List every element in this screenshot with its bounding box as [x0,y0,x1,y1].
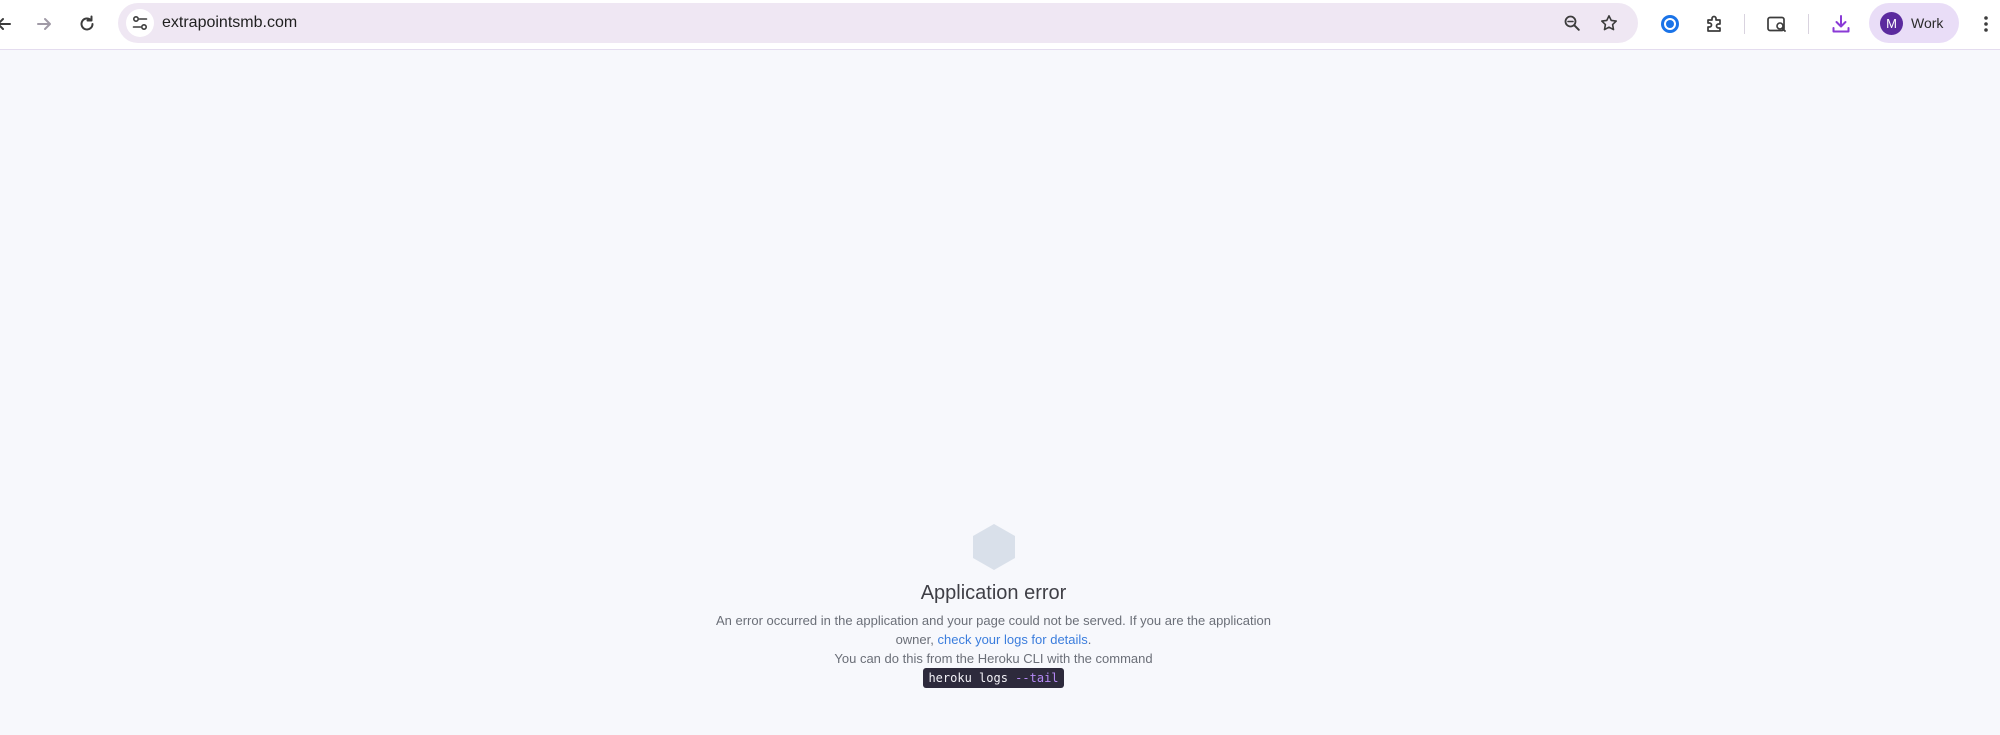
kebab-menu-icon [1984,16,1988,32]
profile-label: Work [1911,15,1944,31]
tab-search-icon [1767,16,1786,32]
downloads-button[interactable] [1823,6,1859,42]
reload-button[interactable] [69,6,105,42]
command-flag: --tail [1015,671,1059,685]
check-logs-link[interactable]: check your logs for details [938,632,1088,647]
zoom-button[interactable] [1558,9,1586,37]
circle-c-icon [1661,15,1679,33]
hexagon-icon [973,524,1015,570]
tune-icon [132,15,148,31]
error-title: Application error [920,582,1067,604]
avatar: M [1880,12,1903,35]
star-icon [1601,15,1617,31]
bookmark-button[interactable] [1595,9,1623,37]
arrow-left-icon [0,18,11,30]
site-info-button[interactable] [126,9,154,37]
forward-button[interactable] [26,6,62,42]
error-message: An error occurred in the application and… [700,611,1287,668]
profile-button[interactable]: M Work [1869,3,1959,43]
browser-menu-button[interactable] [1968,6,2000,42]
command-base: heroku logs [928,671,1008,685]
extension-badge-button[interactable] [1652,6,1688,42]
reload-icon [80,15,94,31]
toolbar-separator [1744,14,1745,34]
address-bar[interactable]: extrapointsmb.com [118,3,1638,43]
url-text[interactable]: extrapointsmb.com [162,14,297,32]
extensions-button[interactable] [1697,6,1733,42]
arrow-right-icon [37,18,51,30]
puzzle-icon [1707,15,1721,32]
heroku-command: heroku logs --tail [923,668,1064,688]
browser-toolbar: extrapointsmb.com M Work [0,0,2000,50]
command-wrapper: heroku logs --tail [700,668,1287,688]
toolbar-separator [1808,14,1809,34]
download-icon [1832,15,1850,33]
zoom-out-icon [1564,15,1580,31]
back-button[interactable] [0,6,22,42]
error-message-cli-text: You can do this from the Heroku CLI with… [834,651,1153,666]
tab-search-button[interactable] [1759,6,1795,42]
error-message-period: . [1087,632,1092,647]
